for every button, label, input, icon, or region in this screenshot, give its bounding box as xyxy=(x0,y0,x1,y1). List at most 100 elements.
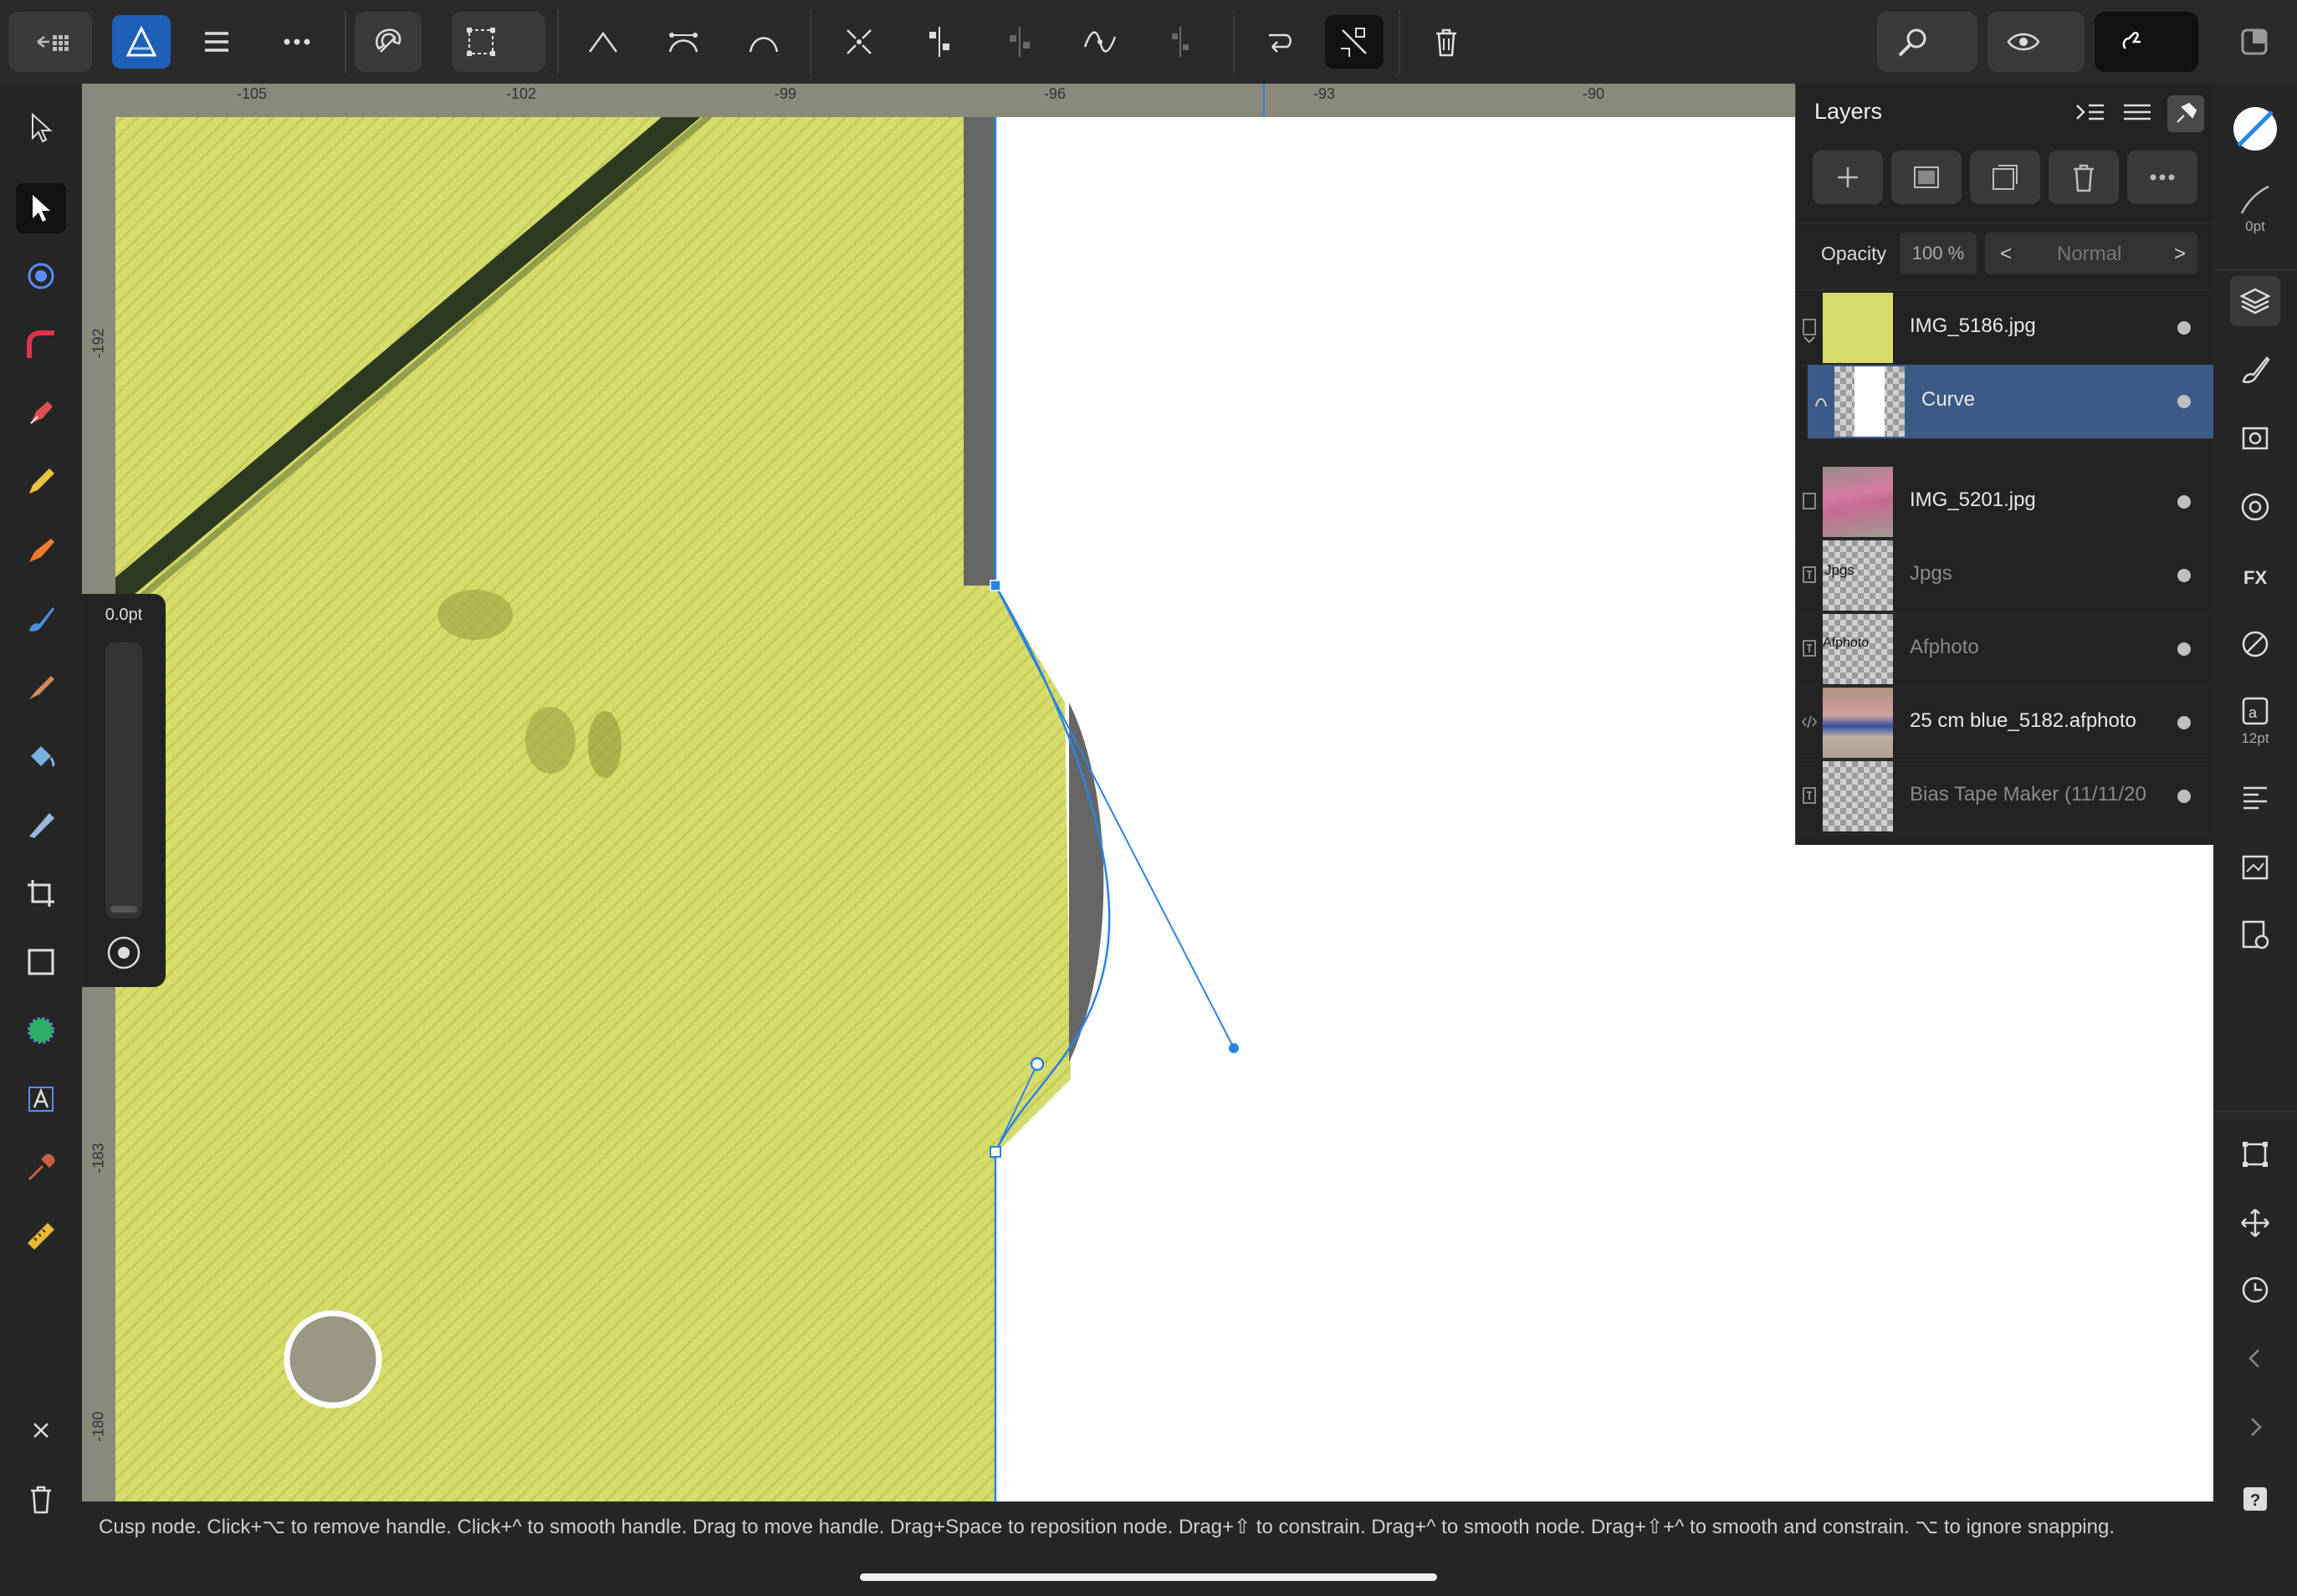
visibility-dot[interactable] xyxy=(2177,395,2191,408)
layer-row[interactable]: Afphoto Afphoto xyxy=(1796,612,2214,687)
smart-node-button[interactable] xyxy=(734,15,793,69)
context-help-button[interactable] xyxy=(2103,15,2161,69)
appearance-icon xyxy=(2242,427,2269,450)
view-mode-button[interactable] xyxy=(1994,15,2053,69)
history-studio-button[interactable] xyxy=(2230,1265,2280,1315)
home-indicator[interactable] xyxy=(860,1573,1437,1581)
smooth-curve-button[interactable] xyxy=(1071,15,1129,69)
pressure-reset-button[interactable] xyxy=(104,933,144,973)
layer-row[interactable]: 25 cm blue_5182.afphoto xyxy=(1796,686,2214,760)
document-gear-icon xyxy=(2242,920,2269,949)
zoom-button[interactable] xyxy=(1884,15,1942,69)
reverse-curve-button[interactable] xyxy=(1250,15,1308,69)
node-tool[interactable] xyxy=(16,183,66,233)
sharp-node-icon xyxy=(588,31,618,53)
collapse-left-button[interactable] xyxy=(2230,1333,2280,1384)
svg-text:?: ? xyxy=(2250,1491,2260,1510)
trash-button[interactable] xyxy=(16,1474,66,1524)
back-to-gallery-button[interactable] xyxy=(17,15,89,69)
opacity-label: Opacity xyxy=(1821,243,1886,264)
layer-name: Afphoto xyxy=(1910,636,1979,658)
visibility-dot[interactable] xyxy=(2177,642,2191,656)
brushes-studio-button[interactable] xyxy=(2230,345,2280,395)
vector-brush-tool[interactable] xyxy=(16,525,66,575)
rectangle-tool[interactable] xyxy=(16,937,66,987)
visibility-dot[interactable] xyxy=(2177,569,2191,582)
layer-row[interactable]: IMG_5186.jpg xyxy=(1796,291,2214,366)
navigator-studio-button[interactable] xyxy=(2230,1198,2280,1248)
align-nodes-button[interactable] xyxy=(910,15,969,69)
style-icon xyxy=(2242,631,2269,657)
appearance-studio-button[interactable] xyxy=(2230,413,2280,463)
text-studio-button[interactable]: a 12pt xyxy=(2230,688,2280,755)
pressure-slider-thumb[interactable] xyxy=(110,906,137,913)
blend-next-button[interactable]: > xyxy=(2174,243,2186,266)
fill-tool[interactable] xyxy=(16,731,66,781)
paragraph-studio-button[interactable] xyxy=(2230,773,2280,823)
blend-prev-button[interactable]: < xyxy=(2000,243,2012,266)
layer-more-button[interactable] xyxy=(2127,151,2197,204)
add-mask-button[interactable] xyxy=(1891,151,1962,204)
designer-persona-button[interactable] xyxy=(112,15,171,69)
help-button[interactable]: ? xyxy=(2230,1474,2280,1524)
pressure-slider[interactable] xyxy=(105,642,142,918)
window-button[interactable] xyxy=(2225,15,2284,69)
color-picker-tool[interactable] xyxy=(16,1143,66,1193)
pen-tool[interactable] xyxy=(16,388,66,438)
close-button[interactable] xyxy=(16,1405,66,1455)
distribute-icon xyxy=(1010,27,1030,57)
text-tool[interactable] xyxy=(16,1074,66,1124)
pencil-tool[interactable] xyxy=(16,457,66,507)
paint-brush-tool[interactable] xyxy=(16,594,66,644)
join-nodes-button[interactable] xyxy=(1151,15,1210,69)
layer-row-selected[interactable]: Curve xyxy=(1808,365,2214,439)
move-tool[interactable] xyxy=(16,103,66,153)
break-curve-button[interactable] xyxy=(830,15,888,69)
layer-thumbnail xyxy=(1823,293,1893,363)
pixel-brush-tool[interactable] xyxy=(16,662,66,713)
sharp-node-button[interactable] xyxy=(574,15,632,69)
corner-tool[interactable] xyxy=(16,320,66,370)
contour-tool[interactable] xyxy=(16,251,66,301)
snapping-button[interactable] xyxy=(360,15,418,69)
delete-node-button[interactable] xyxy=(1417,15,1476,69)
shape-tool[interactable] xyxy=(16,1005,66,1056)
visibility-dot[interactable] xyxy=(2177,495,2191,509)
more-button[interactable] xyxy=(268,15,326,69)
styles-studio-button[interactable] xyxy=(2230,619,2280,669)
delete-layer-button[interactable] xyxy=(2049,151,2119,204)
layers-menu-button[interactable] xyxy=(2119,95,2156,132)
opacity-field[interactable]: 100 % xyxy=(1900,233,1977,274)
eyedropper-icon xyxy=(28,1154,55,1181)
menu-button[interactable] xyxy=(187,15,246,69)
collapse-right-button[interactable] xyxy=(2230,1402,2280,1452)
crop-tool[interactable] xyxy=(16,868,66,918)
layer-row[interactable]: IMG_5201.jpg xyxy=(1796,465,2214,540)
blend-mode-select[interactable]: < Normal > xyxy=(1985,233,2197,274)
swatches-studio-button[interactable] xyxy=(2230,482,2280,532)
transform-mode-button[interactable] xyxy=(452,15,510,69)
visibility-dot[interactable] xyxy=(2177,321,2191,335)
transparency-tool[interactable] xyxy=(16,800,66,850)
effects-studio-button[interactable]: FX xyxy=(2230,550,2280,601)
top-toolbar xyxy=(0,0,2297,84)
fill-stroke-well[interactable] xyxy=(2230,104,2280,154)
smooth-node-button[interactable] xyxy=(654,15,713,69)
layer-row[interactable]: Bias Tape Maker (11/11/20 xyxy=(1796,760,2214,834)
layers-options-button[interactable] xyxy=(2072,95,2109,132)
stroke-width-control[interactable]: 0pt xyxy=(2230,176,2280,243)
distribute-nodes-button[interactable] xyxy=(990,15,1049,69)
assets-studio-button[interactable] xyxy=(2230,841,2280,892)
document-settings-button[interactable] xyxy=(2230,910,2280,960)
group-button[interactable] xyxy=(1970,151,2040,204)
transform-studio-button[interactable] xyxy=(2230,1129,2280,1179)
selection-mode-button[interactable] xyxy=(1325,15,1384,69)
add-layer-button[interactable] xyxy=(1813,151,1883,204)
visibility-dot[interactable] xyxy=(2177,716,2191,729)
pin-panel-button[interactable] xyxy=(2167,95,2204,132)
measure-tool[interactable] xyxy=(16,1211,66,1261)
layer-row[interactable]: Jpgs Jpgs xyxy=(1796,539,2214,613)
expand-chevron-icon[interactable] xyxy=(1801,331,1818,348)
visibility-dot[interactable] xyxy=(2177,790,2191,803)
layers-studio-button[interactable] xyxy=(2230,276,2280,326)
